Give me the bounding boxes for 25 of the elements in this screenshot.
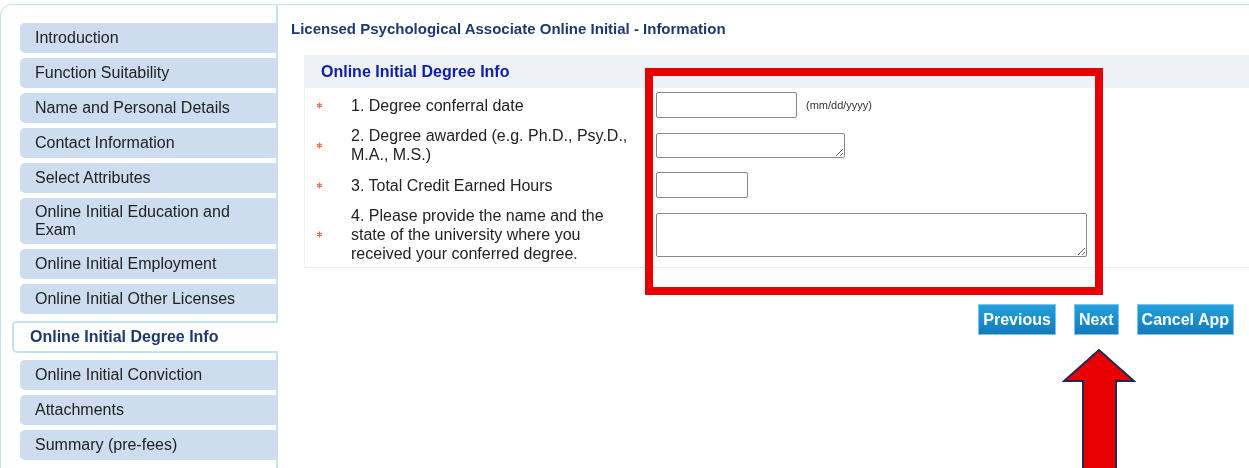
nav-button[interactable]: Cancel App: [1136, 304, 1234, 335]
sidebar-item[interactable]: Online Initial Conviction: [20, 360, 278, 390]
sidebar-item[interactable]: Contact Information: [20, 128, 278, 158]
sidebar-item[interactable]: Name and Personal Details: [20, 93, 278, 123]
nav-button[interactable]: Previous: [978, 304, 1056, 335]
date-format-hint: (mm/dd/yyyy): [806, 99, 872, 111]
nav-button[interactable]: Next: [1073, 304, 1119, 335]
sidebar-item[interactable]: Introduction: [20, 23, 278, 53]
page-title: Licensed Psychological Associate Online Initial - Information: [291, 19, 727, 39]
sidebar-item[interactable]: Function Suitability: [20, 58, 278, 88]
sidebar-item[interactable]: Online Initial Employment: [20, 249, 278, 279]
sidebar-item[interactable]: Online Initial Other Licenses: [20, 284, 278, 314]
text-area[interactable]: [656, 212, 1087, 257]
sidebar-item[interactable]: Online Initial Degree Info: [12, 321, 278, 353]
sidebar-item[interactable]: Online Initial Education and Exam: [20, 198, 278, 244]
sidebar-item[interactable]: Select Attributes: [20, 163, 278, 193]
field-label: 1. Degree conferral date: [351, 95, 525, 115]
sidebar-item[interactable]: Attachments: [20, 395, 278, 425]
sidebar-item[interactable]: Summary (pre-fees): [20, 430, 278, 460]
input-field[interactable]: [656, 172, 748, 198]
date-field[interactable]: [656, 92, 797, 118]
field-label: 3. Total Credit Earned Hours: [351, 175, 554, 195]
field-label: 2. Degree awarded (e.g. Ph.D., Psy.D., M.A., M.S.): [351, 126, 629, 164]
field-label: 4. Please provide the name and the state of the university where you received your conferred degree.: [351, 206, 605, 263]
text-area[interactable]: [656, 132, 845, 158]
